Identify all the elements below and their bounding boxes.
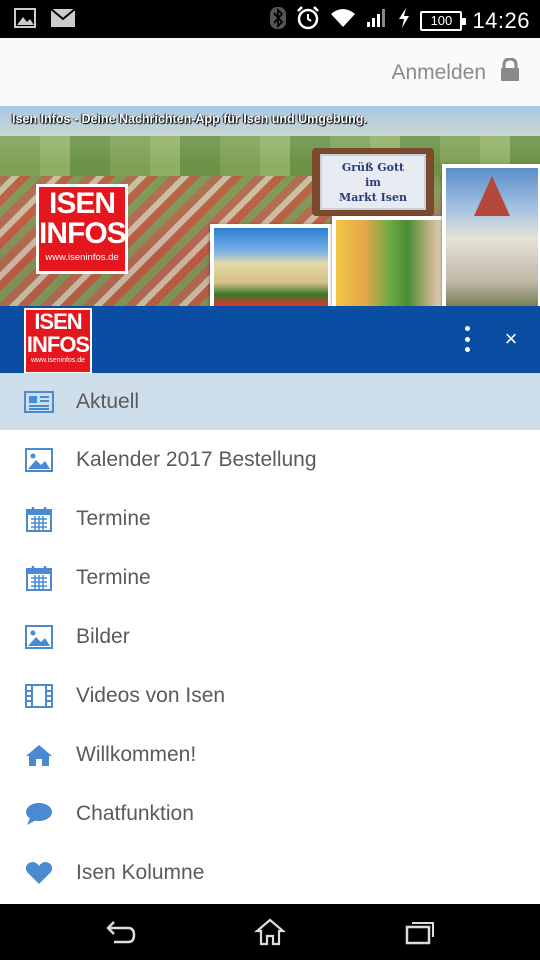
banner-logo-url: www.iseninfos.de [45,252,119,263]
close-drawer-button[interactable]: × [496,324,526,354]
chat-bubble-icon [24,800,54,828]
welcome-sign: Grüß Gott im Markt Isen [312,148,434,216]
lock-icon [500,57,520,87]
menu-item-chatfunktion[interactable]: Chatfunktion [0,784,540,843]
banner-logo: ISEN INFOS www.iseninfos.de [36,184,128,274]
menu-item-willkommen[interactable]: Willkommen! [0,725,540,784]
menu-item-bilder[interactable]: Bilder [0,607,540,666]
menu-item-label: Willkommen! [76,742,197,766]
menu-item-termine[interactable]: Termine [0,489,540,548]
banner-caption: Isen Infos - Deine Nachrichten-App für I… [12,112,367,126]
banner-photo-street [332,216,460,306]
newspaper-icon [24,388,54,416]
menu-item-label: Chatfunktion [76,801,194,825]
heart-icon [24,859,54,887]
drawer-header-bar: ISEN INFOS www.iseninfos.de × [0,306,540,374]
menu-item-videos[interactable]: Videos von Isen [0,666,540,725]
sign-line-3: Markt Isen [339,191,407,204]
menu-item-label: Isen Kolumne [76,860,205,884]
drawer-logo-line1: ISEN [34,309,82,334]
battery-icon: 100 [420,10,467,31]
drawer-logo-line2: INFOS [26,332,90,357]
alarm-icon [296,6,320,35]
mail-icon [50,8,76,33]
drawer-menu: Aktuell Kalender 2017 Bestellung Termine… [0,373,540,902]
menu-item-kalender[interactable]: Kalender 2017 Bestellung [0,430,540,489]
film-icon [24,682,54,710]
menu-item-label: Bilder [76,624,130,648]
menu-item-label: Termine [76,565,151,589]
status-time: 14:26 [472,7,530,33]
menu-item-label: Kalender 2017 Bestellung [76,447,317,471]
welcome-sign-board: Grüß Gott im Markt Isen [320,154,426,210]
dot [464,347,470,352]
wifi-icon [330,8,356,33]
menu-item-label: Termine [76,506,151,530]
menu-item-aktuell[interactable]: Aktuell [0,373,540,430]
bluetooth-icon [270,7,287,34]
image-icon [24,623,54,651]
menu-item-kolumne[interactable]: Isen Kolumne [0,843,540,902]
calendar-icon [24,564,54,592]
menu-item-label: Aktuell [76,389,140,413]
image-notification-icon [14,8,36,33]
drawer-logo-url: www.iseninfos.de [30,357,86,364]
more-vert-icon[interactable] [452,324,482,354]
drawer-logo[interactable]: ISEN INFOS www.iseninfos.de [24,308,92,374]
sign-line-1: Grüß Gott [341,161,405,174]
calendar-icon [24,505,54,533]
image-icon [24,446,54,474]
banner-photo-house [210,224,332,306]
back-icon[interactable] [104,918,138,946]
system-nav-bar [0,904,540,960]
status-bar: 100 14:26 [0,0,540,38]
banner-logo-line2: INFOS [39,217,127,250]
recents-icon[interactable] [402,918,436,946]
menu-item-label: Videos von Isen [76,683,226,707]
dot [464,326,470,331]
signal-icon [366,8,388,33]
menu-item-termine-2[interactable]: Termine [0,548,540,607]
header-banner: Isen Infos - Deine Nachrichten-App für I… [0,106,540,306]
home-icon [24,741,54,769]
dot [464,336,470,342]
charging-icon [398,8,410,33]
login-label: Anmelden [391,60,486,84]
sign-line-2: im [365,176,381,189]
banner-photo-church [442,164,540,306]
app-bar: Anmelden [0,38,540,106]
login-button[interactable]: Anmelden [391,57,520,87]
home-nav-icon[interactable] [253,918,287,946]
banner-logo-line1: ISEN [48,187,116,220]
